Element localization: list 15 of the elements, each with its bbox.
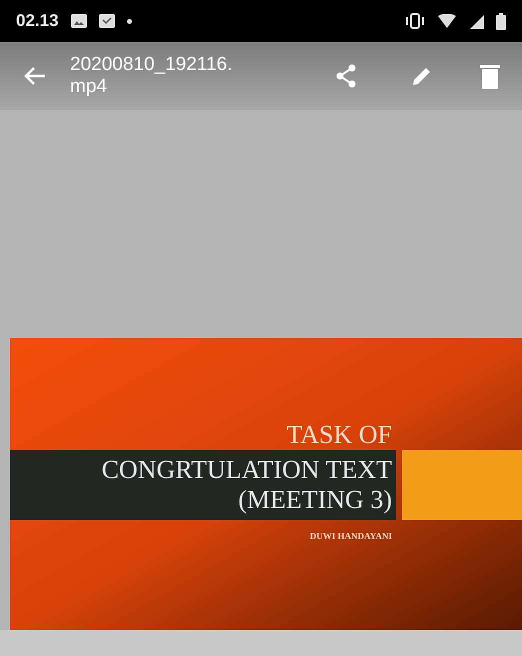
signal-icon (468, 13, 484, 29)
image-icon (70, 14, 87, 28)
slide-author: DUWI HANDAYANI (310, 530, 392, 543)
back-arrow-icon (24, 66, 46, 86)
battery-icon (496, 12, 506, 30)
vibrate-icon (404, 13, 426, 29)
slide-title-line: TASK OF (286, 420, 392, 450)
trash-icon (480, 63, 500, 89)
status-time: 02.13 (16, 10, 59, 32)
share-icon (334, 64, 358, 88)
file-title: 20200810_192116. mp4 (70, 54, 234, 98)
slide-title-line: (MEETING 3) (238, 485, 392, 515)
slide-title-line: CONGRTULATION TEXT (102, 455, 392, 485)
dot-icon (126, 18, 132, 24)
wifi-icon (438, 14, 456, 28)
